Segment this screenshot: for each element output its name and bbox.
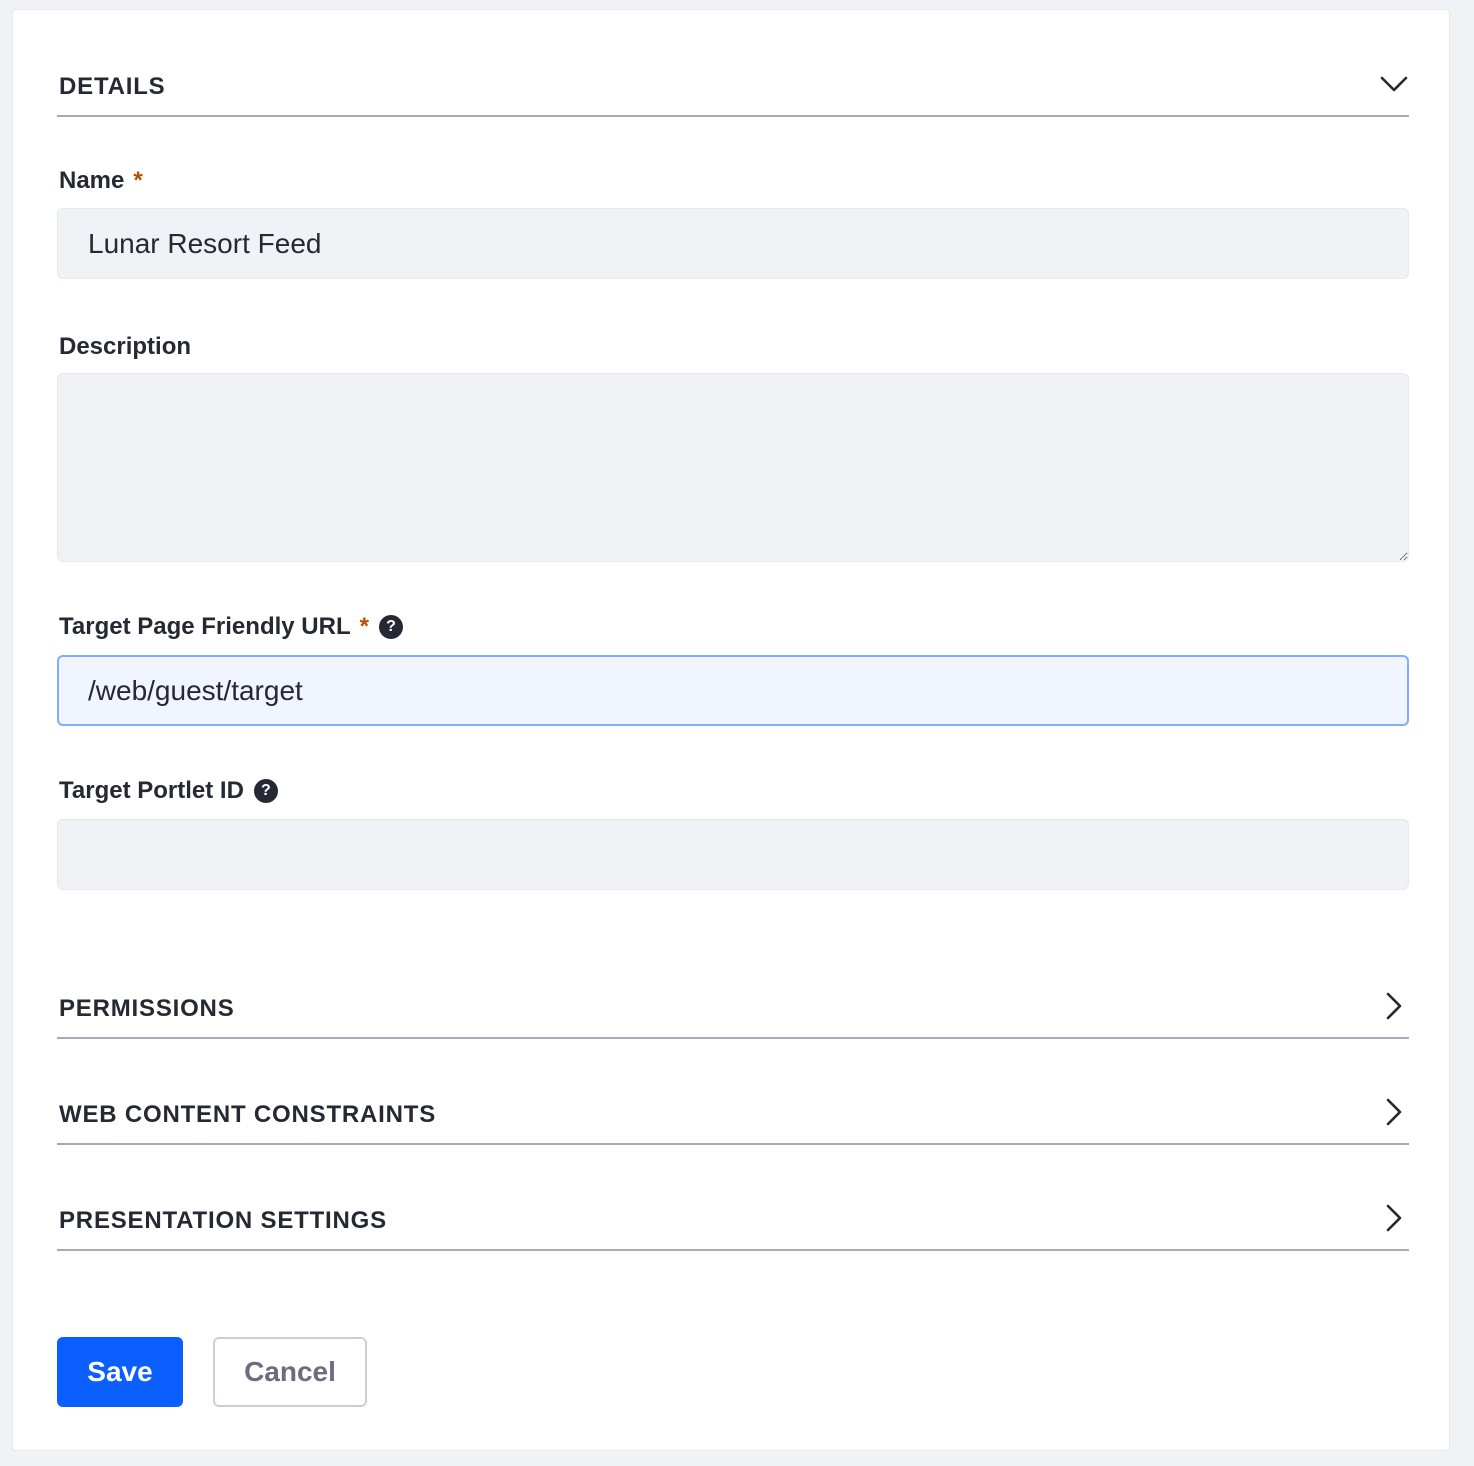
permissions-section-header[interactable]: PERMISSIONS: [57, 979, 1409, 1039]
target-page-url-input[interactable]: [57, 655, 1409, 726]
permissions-section-title: PERMISSIONS: [59, 995, 235, 1022]
help-icon[interactable]: ?: [378, 615, 403, 639]
target-page-url-label-text: Target Page Friendly URL: [59, 613, 351, 640]
required-marker: *: [359, 613, 369, 640]
presentation-settings-section-header[interactable]: PRESENTATION SETTINGS: [57, 1191, 1409, 1251]
name-label-text: Name: [59, 167, 125, 194]
form-card: DETAILS Name * Description Target Page F…: [12, 9, 1450, 1451]
web-content-constraints-section-header[interactable]: WEB CONTENT CONSTRAINTS: [57, 1085, 1409, 1145]
chevron-down-icon[interactable]: [1379, 69, 1409, 99]
details-section-header[interactable]: DETAILS: [57, 57, 1409, 117]
description-label-text: Description: [59, 333, 192, 360]
target-portlet-id-input[interactable]: [57, 819, 1409, 890]
details-section-title: DETAILS: [59, 73, 166, 100]
target-portlet-id-label: Target Portlet ID ?: [59, 777, 278, 805]
presentation-settings-section-title: PRESENTATION SETTINGS: [59, 1207, 387, 1234]
chevron-right-icon[interactable]: [1379, 1203, 1409, 1233]
help-icon[interactable]: ?: [253, 779, 278, 803]
chevron-right-icon[interactable]: [1379, 991, 1409, 1021]
name-input[interactable]: [57, 208, 1409, 279]
name-label: Name *: [59, 167, 143, 195]
description-label: Description: [59, 333, 191, 361]
web-content-constraints-section-title: WEB CONTENT CONSTRAINTS: [59, 1101, 437, 1128]
chevron-right-icon[interactable]: [1379, 1097, 1409, 1127]
save-button[interactable]: Save: [57, 1337, 183, 1407]
target-portlet-id-label-text: Target Portlet ID: [59, 777, 244, 804]
target-page-url-label: Target Page Friendly URL * ?: [59, 613, 403, 641]
description-textarea[interactable]: [57, 373, 1409, 562]
required-marker: *: [133, 167, 143, 194]
cancel-button[interactable]: Cancel: [213, 1337, 367, 1407]
